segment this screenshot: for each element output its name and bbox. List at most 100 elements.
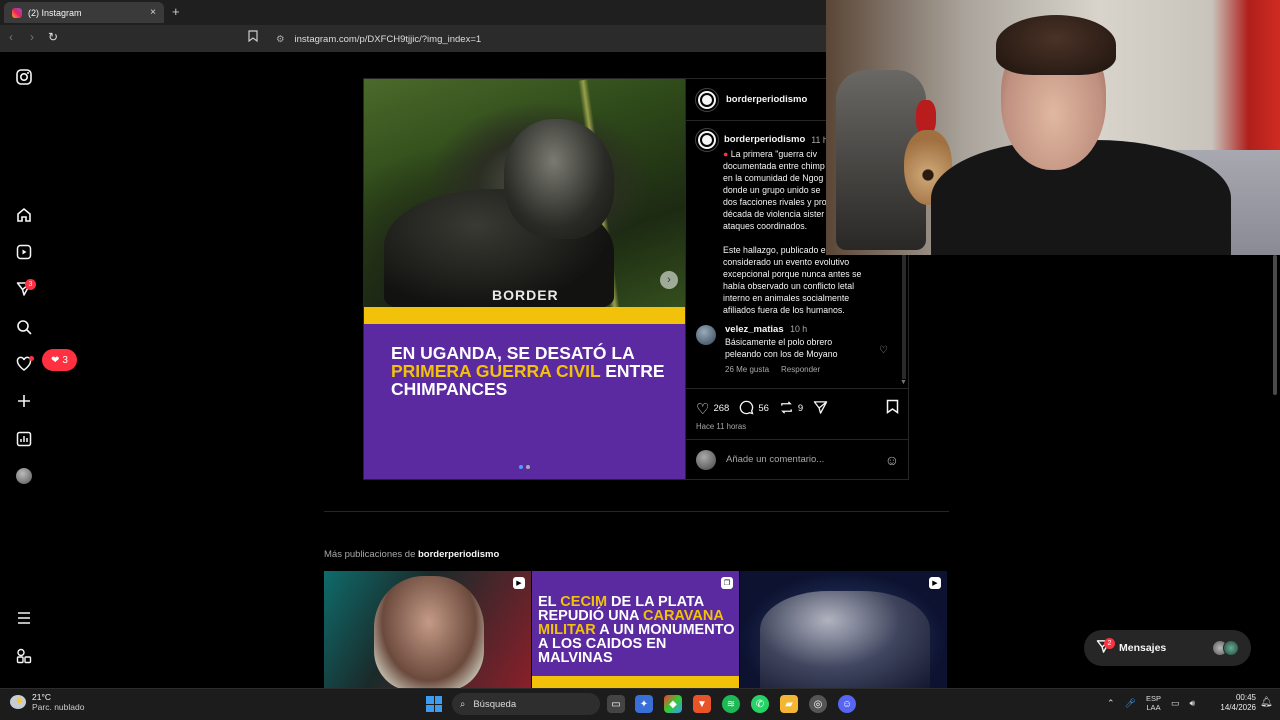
copilot-icon[interactable]: ◆ [664,695,682,713]
app-icon[interactable]: ◎ [809,695,827,713]
reel-icon: ▶ [513,577,525,589]
discord-icon[interactable]: ☺ [838,695,856,713]
commenter-username[interactable]: velez_matias [725,324,784,335]
caption-paragraph-1: La primera "guerra civ documentada entre… [723,149,827,231]
site-settings-icon[interactable]: ⚙ [276,34,285,45]
add-comment-input[interactable]: Añade un comentario... [726,454,824,465]
carousel-next-icon[interactable]: › [660,271,678,289]
tray-overflow-icon[interactable]: ⌃ [1107,698,1115,709]
carousel-dot [526,465,530,469]
section-divider [324,511,949,512]
dashboard-icon[interactable] [14,429,34,449]
back-icon[interactable]: ‹ [9,30,13,44]
instagram-logo-icon[interactable] [14,67,34,87]
author-avatar[interactable] [695,87,719,112]
comment-item: velez_matias 10 h Básicamente el polo ob… [696,323,901,376]
comment-like-icon[interactable]: ♡ [879,345,888,356]
likes-notification-pill[interactable]: ❤ 3 [42,349,77,371]
carousel-dot-active [519,465,523,469]
current-user-avatar [696,449,716,470]
red-circle-icon: ● [723,149,731,159]
like-count: 268 [713,403,730,414]
comment-body: velez_matias 10 h Básicamente el polo ob… [725,323,901,360]
post-actions: ♡ 268 56 9 Hace 11 horas [686,388,909,431]
more-post-thumbnail[interactable]: EL CECIM DE LA PLATA REPUDIÓ UNA CARAVAN… [532,571,739,688]
forward-icon[interactable]: › [30,30,34,44]
menu-icon[interactable] [14,608,34,628]
address-bar[interactable]: ⚙ instagram.com/p/DXFCH9tjjic/?img_index… [270,30,830,48]
windows-start-icon[interactable] [426,696,442,712]
search-icon[interactable] [14,317,34,337]
add-comment-bar: Añade un comentario... ☺ [686,439,909,479]
more-post-thumbnail[interactable]: ▶ [740,571,947,688]
page-scrollbar[interactable] [1273,255,1277,395]
notification-center-icon[interactable]: 🔔︎ [1260,697,1273,708]
weather-text: 21°C Parc. nublado [32,692,84,712]
caption-username[interactable]: borderperiodismo [724,134,805,146]
caption-avatar[interactable] [695,128,719,152]
keyboard-layout: LAA [1146,703,1161,712]
emoji-icon[interactable]: ☺ [885,452,899,468]
more-posts-prefix: Más publicaciones de [324,549,418,560]
action-row: ♡ 268 56 9 [696,399,899,418]
reel-icon: ▶ [929,577,941,589]
brave-browser-icon[interactable]: ▼ [693,695,711,713]
file-explorer-icon[interactable]: ▰ [780,695,798,713]
network-icon[interactable]: ▭ [1171,698,1180,709]
tab-title: (2) Instagram [28,7,82,18]
post-headline: EN UGANDA, SE DESATÓ LA PRIMERA GUERRA C… [391,344,671,398]
notification-dot [29,356,34,361]
app-icon[interactable]: ✦ [635,695,653,713]
whatsapp-icon[interactable]: ✆ [751,695,769,713]
partly-cloudy-icon [10,695,26,709]
border-watermark: BORDER [492,287,559,303]
system-tray: ⌃ 🎤︎ ESP LAA ▭ 🔊︎ [1107,694,1195,712]
carousel-icon: ❐ [721,577,733,589]
reply-button[interactable]: Responder [781,364,820,376]
comment-likes[interactable]: 26 Me gusta [725,364,769,376]
close-tab-icon[interactable]: × [150,7,156,18]
heart-icon: ❤ [51,354,60,366]
reload-icon[interactable]: ↻ [48,30,58,44]
home-icon[interactable] [14,205,34,225]
likes-notification-count: 3 [62,354,68,366]
thumbnail-image [760,591,930,688]
more-post-thumbnail[interactable]: ▶ [324,571,531,688]
bookmark-icon[interactable] [248,30,258,45]
repost-icon[interactable] [779,400,794,418]
weather-widget[interactable]: 21°C Parc. nublado [10,692,84,712]
microphone-icon[interactable]: 🎤︎ [1125,698,1136,709]
photo-detail [504,119,614,239]
clock-date: 14/4/2026 [1220,703,1256,712]
commenter-avatar[interactable] [696,325,716,345]
like-icon[interactable]: ♡ [696,400,709,418]
volume-icon[interactable]: 🔊︎ [1190,698,1196,709]
comment-time: 10 h [790,324,808,334]
new-tab-button[interactable]: + [172,4,180,19]
comment-meta: 26 Me gusta Responder [725,364,901,376]
language-code: ESP [1145,694,1161,703]
post-carousel[interactable]: BORDER › EN UGANDA, SE DESATÓ LA PRIMERA… [364,79,685,479]
task-view-icon[interactable]: ▭ [607,695,625,713]
comments-scrollbar[interactable] [902,249,906,379]
profile-avatar[interactable] [16,468,32,484]
create-icon[interactable] [14,391,34,411]
comment-icon[interactable] [739,400,754,418]
share-icon[interactable] [813,400,828,418]
taskbar-clock[interactable]: 00:45 14/4/2026 [1212,693,1256,713]
more-posts-username[interactable]: borderperiodismo [418,549,499,560]
more-posts-heading: Más publicaciones de borderperiodismo [324,549,499,560]
spotify-icon[interactable]: ≋ [722,695,740,713]
save-icon[interactable] [886,399,899,418]
author-username[interactable]: borderperiodismo [726,94,807,105]
also-from-meta-icon[interactable] [14,646,34,666]
thumbnail-image [374,576,484,688]
language-indicator[interactable]: ESP LAA [1146,694,1161,712]
reels-icon[interactable] [14,242,34,262]
taskbar-search[interactable]: ⌕ Búsqueda [452,693,600,715]
scroll-down-icon[interactable]: ▼ [900,379,907,386]
weather-temp: 21°C [32,692,51,702]
webcam-detail [996,15,1116,75]
browser-tab[interactable]: (2) Instagram × [4,2,164,23]
thumbnail-headline: EL CECIM DE LA PLATA REPUDIÓ UNA CARAVAN… [538,595,738,666]
